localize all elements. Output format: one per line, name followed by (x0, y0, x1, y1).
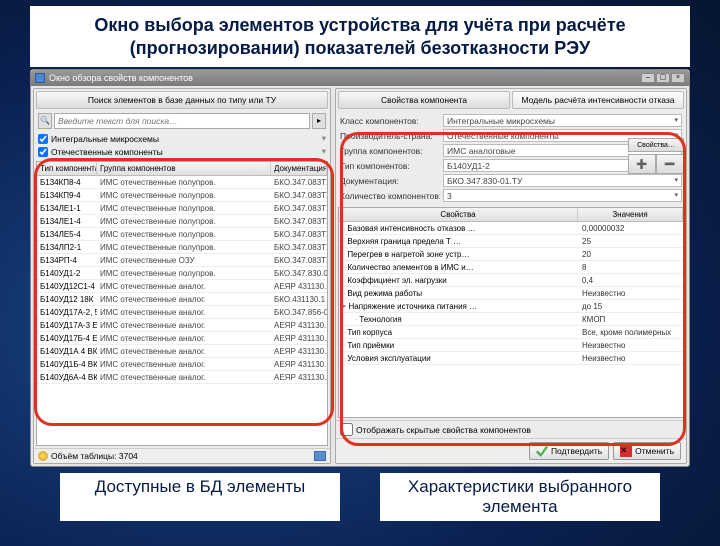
prop-value[interactable]: Интегральные микросхемы (443, 114, 682, 127)
window-titlebar: Окно обзора свойств компонентов – ▢ × (31, 70, 689, 86)
table-row[interactable]: Б140УД12 18КИМС отечественные аналог.БКО… (37, 293, 327, 306)
tab-properties[interactable]: Свойства компонента (338, 91, 510, 109)
prop-label: Группа компонентов: (340, 146, 440, 156)
table-row[interactable]: Б140УД17Б-4 ЕКИМС отечественные аналог.А… (37, 332, 327, 345)
col-group[interactable]: Группа компонентов (97, 162, 271, 175)
property-row[interactable]: ·Тип приёмкиНеизвестно (339, 339, 683, 352)
add-button[interactable]: ➕ (628, 154, 656, 174)
pcol-value[interactable]: Значения (578, 208, 683, 221)
prop-label: Тип компонентов: (340, 161, 440, 171)
table-row[interactable]: Б134ЛЕ1-4ИМС отечественные полупров.БКО.… (37, 215, 327, 228)
remove-button[interactable]: ➖ (656, 154, 684, 174)
property-row[interactable]: ·Тип корпусаВсе, кроме полимерных (339, 326, 683, 339)
tab-search-db[interactable]: Поиск элементов в базе данных по типу ил… (36, 91, 328, 109)
caption-right: Характеристики выбранного элемента (380, 473, 660, 521)
confirm-button[interactable]: Подтвердить (529, 442, 609, 460)
table-row[interactable]: Б134ЛЕ5-4ИМС отечественные полупров.БКО.… (37, 228, 327, 241)
table-size-status: Объём таблицы: 3704 (51, 451, 138, 461)
filter-label: Отечественные компоненты (51, 147, 163, 157)
search-icon[interactable]: 🔍 (38, 113, 52, 129)
cancel-button[interactable]: ✕Отменить (613, 442, 681, 460)
tab-model[interactable]: Модель расчёта интенсивности отказа (512, 91, 684, 109)
table-row[interactable]: Б134ЛП2-1ИМС отечественные полупров.БКО.… (37, 241, 327, 254)
prop-value[interactable]: 3 (443, 189, 682, 202)
left-pane: Поиск элементов в базе данных по типу ил… (33, 88, 331, 464)
table-row[interactable]: Б134КП9-4ИМС отечественные полупров.БКО.… (37, 189, 327, 202)
minimize-button[interactable]: – (641, 73, 655, 83)
filter-checkbox[interactable] (38, 134, 48, 144)
filter-list: Интегральные микросхемы▾Отечественные ко… (34, 131, 330, 159)
col-type[interactable]: Тип компонента (37, 162, 97, 175)
table-row[interactable]: Б134КП8-4ИМС отечественные полупров.БКО.… (37, 176, 327, 189)
prop-label: Класс компонентов: (340, 116, 440, 126)
property-row[interactable]: ·ТехнологияКМОП (339, 313, 683, 326)
caption-left: Доступные в БД элементы (60, 473, 340, 521)
table-row[interactable]: Б140УД1-2ИМС отечественные полупров.БКО.… (37, 267, 327, 280)
property-row[interactable]: ·Перегрев в нагретой зоне устр…20 (339, 248, 683, 261)
table-row[interactable]: Б140УД1А 4 ВКИМС отечественные аналог.АЕ… (37, 345, 327, 358)
prop-label: Производитель-страна: (340, 131, 440, 141)
property-row[interactable]: ·Условия эксплуатацииНеизвестно (339, 352, 683, 365)
check-icon (536, 445, 548, 457)
filter-checkbox[interactable] (38, 147, 48, 157)
table-row[interactable]: Б140УД12С1-4 ВКИМС отечественные аналог.… (37, 280, 327, 293)
book-icon[interactable] (314, 451, 326, 461)
app-icon (35, 73, 45, 83)
prop-value[interactable]: БКО.347.830-01.ТУ (443, 174, 682, 187)
property-row[interactable]: ▸Напряжение источника питания …до 15 (339, 300, 683, 313)
table-row[interactable]: Б140УД17А-2, 5-2ИМС отечественные аналог… (37, 306, 327, 319)
table-row[interactable]: Б140УД1Б-4 ВКИМС отечественные аналог.АЕ… (37, 358, 327, 371)
cross-icon: ✕ (620, 445, 632, 457)
side-actions: Свойства… ➕ ➖ (628, 138, 684, 174)
properties-button[interactable]: Свойства… (628, 138, 684, 152)
property-row[interactable]: ·Верхняя граница предела Т …25 (339, 235, 683, 248)
property-row[interactable]: ·Базовая интенсивность отказов …0,000000… (339, 222, 683, 235)
bulb-icon (38, 451, 48, 461)
window-title: Окно обзора свойств компонентов (49, 73, 193, 83)
table-row[interactable]: Б140УД17А-3 ЕКИМС отечественные аналог.А… (37, 319, 327, 332)
property-row[interactable]: ·Вид режима работыНеизвестно (339, 287, 683, 300)
search-go-button[interactable]: ▸ (312, 113, 326, 129)
property-table: Свойства Значения ·Базовая интенсивность… (338, 207, 684, 418)
table-row[interactable]: Б134РП-4ИМС отечественные ОЗУБКО.347.083… (37, 254, 327, 267)
table-row[interactable]: Б134ЛЕ1-1ИМС отечественные полупров.БКО.… (37, 202, 327, 215)
pcol-name[interactable]: Свойства (339, 208, 578, 221)
close-button[interactable]: × (671, 73, 685, 83)
property-row[interactable]: ·Коэффициент эл. нагрузки0,4 (339, 274, 683, 287)
maximize-button[interactable]: ▢ (656, 73, 670, 83)
prop-label: Документация: (340, 176, 440, 186)
filter-label: Интегральные микросхемы (51, 134, 159, 144)
show-hidden-checkbox[interactable] (340, 423, 353, 436)
col-doc[interactable]: Документация (271, 162, 327, 175)
app-window: Окно обзора свойств компонентов – ▢ × По… (30, 69, 690, 467)
slide-title: Окно выбора элементов устройства для учё… (30, 6, 690, 67)
property-row[interactable]: ·Количество элементов в ИМС и…8 (339, 261, 683, 274)
search-input[interactable] (54, 113, 310, 129)
components-table: Тип компонента Группа компонентов Докуме… (36, 161, 328, 446)
table-row[interactable]: Б140УД6А-4 ВКИМС отечественные аналог.АЕ… (37, 371, 327, 384)
show-hidden-label: Отображать скрытые свойства компонентов (356, 425, 531, 435)
prop-label: Количество компонентов: (340, 191, 440, 201)
